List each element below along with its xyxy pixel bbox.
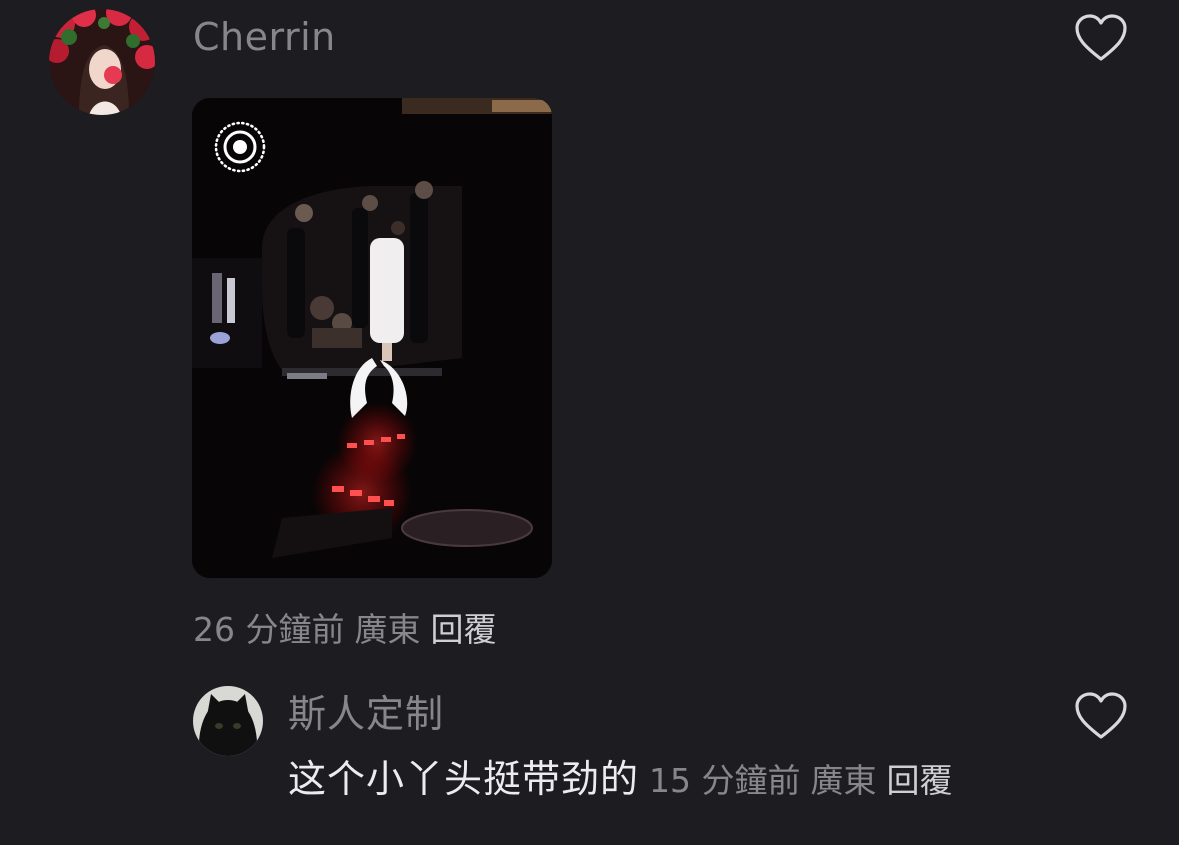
commenter-username[interactable]: Cherrin — [193, 18, 336, 56]
replier-username[interactable]: 斯人定制 — [288, 695, 444, 733]
heart-outline-icon[interactable] — [1074, 14, 1128, 64]
reply-button[interactable]: 回覆 — [430, 610, 496, 649]
commenter-avatar[interactable] — [49, 9, 155, 115]
comment-location: 廣東 — [354, 610, 421, 649]
reply-comment: 这个小丫头挺带劲的 15 分鐘前 廣東 回覆 — [288, 760, 953, 798]
comment-time: 26 分鐘前 — [193, 610, 345, 649]
live-photo-icon — [212, 119, 268, 175]
replier-avatar[interactable] — [193, 686, 263, 756]
comment-time: 15 分鐘前 — [649, 761, 801, 800]
comment-meta: 26 分鐘前 廣東 回覆 — [193, 613, 496, 646]
reply-button[interactable]: 回覆 — [887, 761, 953, 800]
comment-text: 这个小丫头挺带劲的 — [288, 757, 640, 801]
comment-location: 廣東 — [810, 761, 877, 800]
heart-outline-icon[interactable] — [1074, 692, 1128, 742]
